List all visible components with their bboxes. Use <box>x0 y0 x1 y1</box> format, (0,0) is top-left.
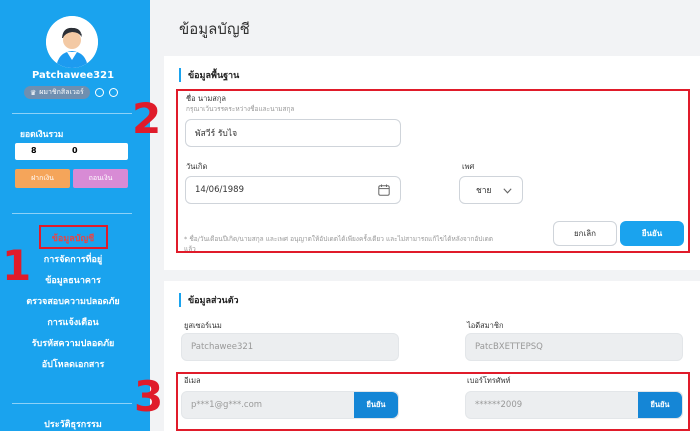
username: Patchawee321 <box>31 70 115 81</box>
sidebar-item-upload-documents[interactable]: อัปโหลดเอกสาร <box>0 355 146 376</box>
annotation-box-1 <box>39 225 108 249</box>
avatar[interactable] <box>46 16 98 68</box>
username-label: ยูสเซอร์เนม <box>184 321 222 330</box>
balance-value: 8 <box>31 146 37 155</box>
annotation-box-3 <box>176 372 690 431</box>
member-id-field: PatcBXETTEPSQ <box>465 333 683 361</box>
sidebar-item-notifications[interactable]: การแจ้งเตือน <box>0 313 146 334</box>
username-field-value: Patchawee321 <box>191 342 254 352</box>
username-field: Patchawee321 <box>181 333 399 361</box>
settings-icon[interactable] <box>108 88 118 97</box>
balance-label: ยอดเงินรวม <box>20 130 64 140</box>
deposit-button[interactable]: ฝากเงิน <box>15 169 70 188</box>
divider <box>12 213 132 214</box>
crown-icon: ♛ <box>30 88 37 97</box>
annotation-number-1: 1 <box>2 241 32 290</box>
info-icon[interactable] <box>94 88 104 97</box>
personal-info-title: ข้อมูลส่วนตัว <box>179 293 239 307</box>
membership-badge: ♛ ผมาชิกสิลเวอร์ <box>24 86 90 99</box>
member-id-field-value: PatcBXETTEPSQ <box>475 342 543 352</box>
sidebar-item-security-code[interactable]: รับรหัสความปลอดภัย <box>0 334 146 355</box>
membership-badge-label: ผมาชิกสิลเวอร์ <box>39 88 84 96</box>
withdraw-button[interactable]: ถอนเงิน <box>73 169 128 188</box>
member-id-label: ไอดีสมาชิก <box>467 321 504 330</box>
divider <box>12 403 132 404</box>
page-title: ข้อมูลบัญชี <box>179 20 250 38</box>
annotation-box-2 <box>176 89 690 253</box>
balance-value-secondary: 0 <box>72 146 78 155</box>
sidebar: Patchawee321 ♛ ผมาชิกสิลเวอร์ ยอดเงินรวม… <box>0 0 150 431</box>
balance-box: 8 0 <box>15 143 128 160</box>
divider <box>12 113 132 114</box>
annotation-number-3: 3 <box>134 372 164 421</box>
badge-row: ♛ ผมาชิกสิลเวอร์ <box>24 86 118 99</box>
annotation-number-2: 2 <box>132 94 162 143</box>
sidebar-item-history[interactable]: ประวัติธุรกรรม <box>0 417 146 431</box>
sidebar-item-security-check[interactable]: ตรวจสอบความปลอดภัย <box>0 292 146 313</box>
basic-info-title: ข้อมูลพื้นฐาน <box>179 68 239 82</box>
